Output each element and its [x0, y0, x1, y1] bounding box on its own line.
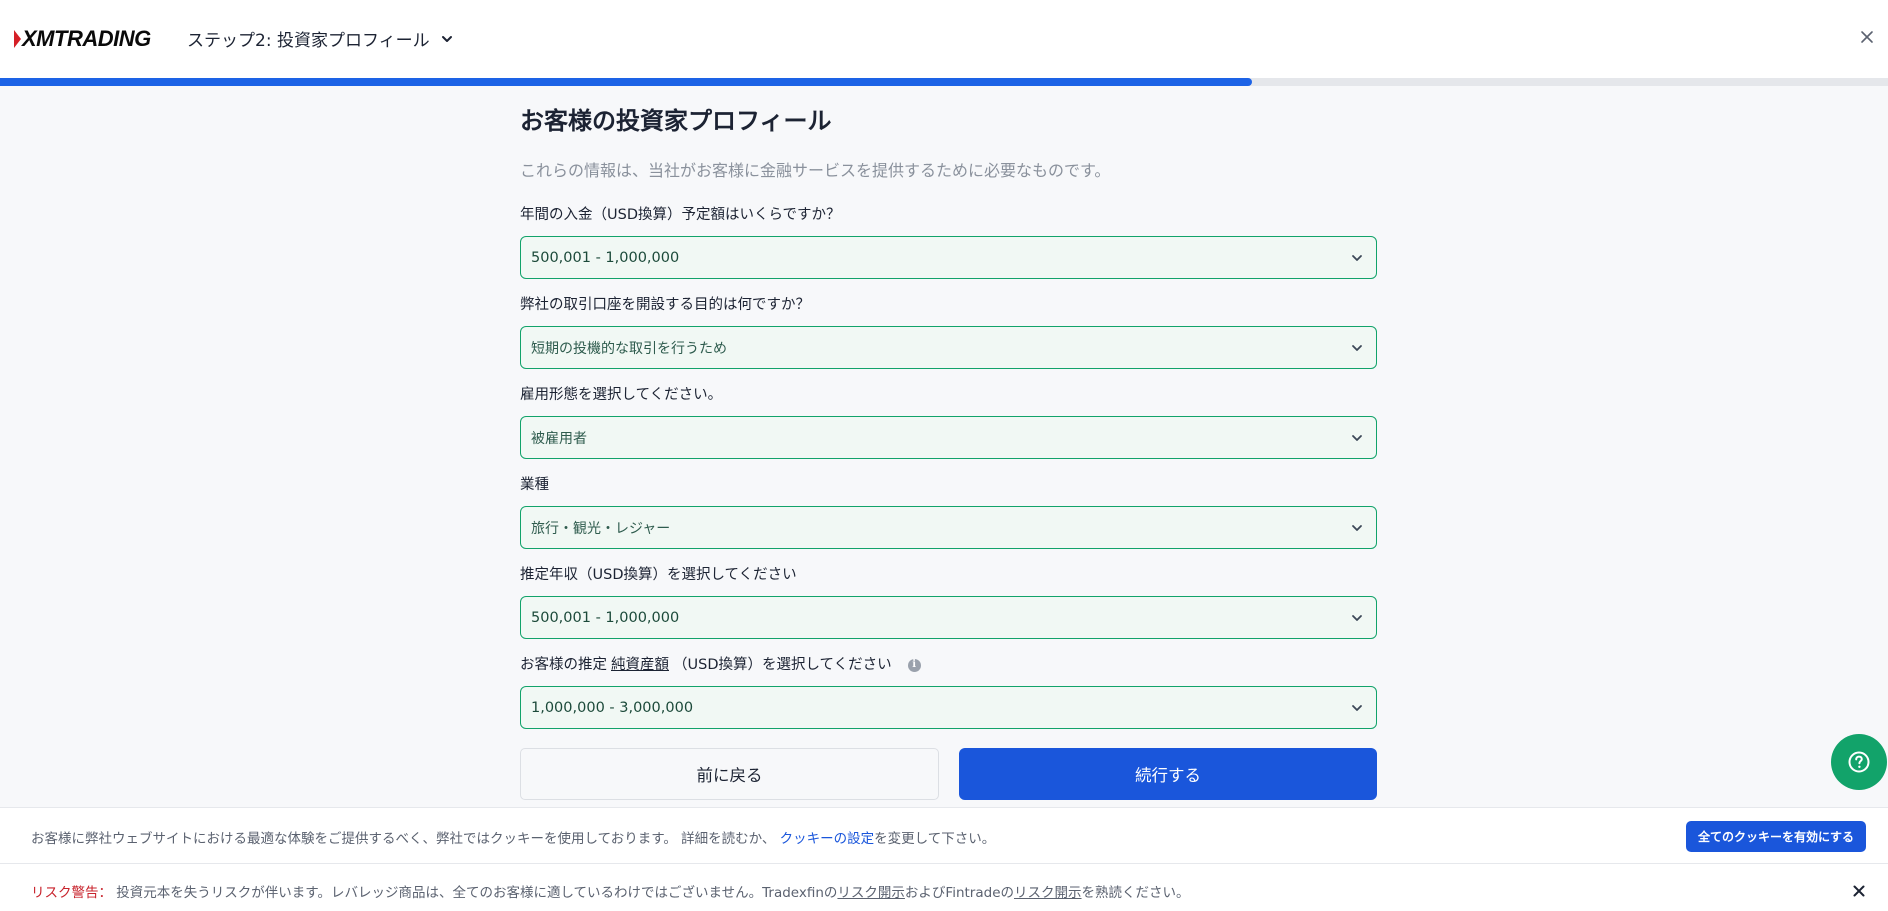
- cookie-message: お客様に弊社ウェブサイトにおける最適な体験をご提供するべく、弊社ではクッキーを使…: [31, 827, 995, 847]
- account-purpose-select[interactable]: 短期の投機的な取引を行うため: [520, 326, 1377, 369]
- field-label: 業種: [520, 477, 549, 493]
- chevron-down-icon: [1352, 254, 1362, 261]
- select-value: 旅行・観光・レジャー: [531, 520, 671, 537]
- field-label: 弊社の取引口座を開設する目的は何ですか？: [520, 297, 810, 313]
- field-label: お客様の推定 純資産額 （USD換算）を選択してください i: [520, 655, 1377, 675]
- label-suffix: （USD換算）を選択してください: [673, 657, 892, 673]
- select-value: 500,001 - 1,000,000: [531, 249, 680, 266]
- select-value: 500,001 - 1,000,000: [531, 609, 680, 626]
- select-value: 被雇用者: [531, 430, 587, 447]
- industry-select[interactable]: 旅行・観光・レジャー: [520, 506, 1377, 549]
- step-selector[interactable]: ステップ2: 投資家プロフィール: [187, 26, 454, 51]
- risk-label: リスク警告：: [31, 885, 112, 901]
- back-button[interactable]: 前に戻る: [520, 748, 939, 800]
- industry-field: 業種 旅行・観光・レジャー: [520, 475, 1377, 549]
- risk-text-3: を熟読ください。: [1081, 885, 1190, 901]
- cookie-text: お客様に弊社ウェブサイトにおける最適な体験をご提供するべく、弊社ではクッキーを使…: [31, 831, 776, 847]
- help-button[interactable]: [1831, 734, 1887, 790]
- close-icon[interactable]: [1850, 882, 1868, 900]
- progress-bar: [0, 78, 1888, 86]
- risk-text-2: およびFintradeの: [904, 885, 1015, 901]
- logo-text: XMTRADING: [22, 26, 151, 51]
- field-label: 年間の入金（USD換算）予定額はいくらですか？: [520, 207, 841, 223]
- select-value: 短期の投機的な取引を行うため: [531, 340, 727, 357]
- chevron-down-icon: [441, 35, 452, 42]
- top-bar: XMTRADING ステップ2: 投資家プロフィール: [0, 0, 1888, 78]
- annual-deposit-field: 年間の入金（USD換算）予定額はいくらですか？ 500,001 - 1,000,…: [520, 205, 1377, 279]
- chevron-down-icon: [1352, 344, 1362, 351]
- risk-warning-banner: リスク警告： 投資元本を失うリスクが伴います。レバレッジ商品は、全てのお客様に適…: [0, 864, 1888, 911]
- step-label: ステップ2: 投資家プロフィール: [187, 31, 430, 51]
- chevron-down-icon: [1352, 614, 1362, 621]
- annual-deposit-select[interactable]: 500,001 - 1,000,000: [520, 236, 1377, 279]
- annual-income-select[interactable]: 500,001 - 1,000,000: [520, 596, 1377, 639]
- cookie-settings-link[interactable]: クッキーの設定: [780, 831, 875, 847]
- field-label: 雇用形態を選択してください。: [520, 387, 723, 403]
- cookie-text-after: を変更して下さい。: [874, 831, 996, 847]
- field-label: 推定年収（USD換算）を選択してください: [520, 567, 797, 583]
- risk-message: リスク警告： 投資元本を失うリスクが伴います。レバレッジ商品は、全てのお客様に適…: [31, 881, 1190, 901]
- select-value: 1,000,000 - 3,000,000: [531, 699, 694, 716]
- page-subtitle: これらの情報は、当社がお客様に金融サービスを提供するために必要なものです。: [520, 161, 1111, 180]
- risk-text-1: 投資元本を失うリスクが伴います。レバレッジ商品は、全てのお客様に適しているわけで…: [116, 885, 838, 901]
- enable-all-cookies-button[interactable]: 全てのクッキーを有効にする: [1686, 821, 1866, 852]
- info-icon[interactable]: i: [907, 658, 921, 672]
- account-purpose-field: 弊社の取引口座を開設する目的は何ですか？ 短期の投機的な取引を行うため: [520, 295, 1377, 369]
- chevron-down-icon: [1352, 434, 1362, 441]
- xmtrading-logo[interactable]: XMTRADING: [14, 26, 151, 52]
- employment-status-field: 雇用形態を選択してください。 被雇用者: [520, 385, 1377, 459]
- continue-button[interactable]: 続行する: [959, 748, 1377, 800]
- progress-bar-fill: [0, 78, 1252, 86]
- employment-status-select[interactable]: 被雇用者: [520, 416, 1377, 459]
- net-worth-select[interactable]: 1,000,000 - 3,000,000: [520, 686, 1377, 729]
- cookie-banner: お客様に弊社ウェブサイトにおける最適な体験をご提供するべく、弊社ではクッキーを使…: [0, 807, 1888, 864]
- chevron-down-icon: [1352, 524, 1362, 531]
- label-prefix: お客様の推定: [520, 657, 607, 673]
- fintrade-risk-link[interactable]: リスク開示: [1014, 885, 1082, 901]
- annual-income-field: 推定年収（USD換算）を選択してください 500,001 - 1,000,000: [520, 565, 1377, 639]
- tradexfin-risk-link[interactable]: リスク開示: [837, 885, 905, 901]
- net-worth-field: お客様の推定 純資産額 （USD換算）を選択してください i 1,000,000 -…: [520, 655, 1377, 729]
- net-worth-term-link[interactable]: 純資産額: [611, 655, 669, 675]
- logo-mark-icon: [14, 30, 21, 48]
- page-title: お客様の投資家プロフィール: [520, 107, 832, 135]
- chevron-down-icon: [1352, 704, 1362, 711]
- close-icon[interactable]: [1856, 26, 1878, 48]
- question-icon: [1848, 751, 1870, 773]
